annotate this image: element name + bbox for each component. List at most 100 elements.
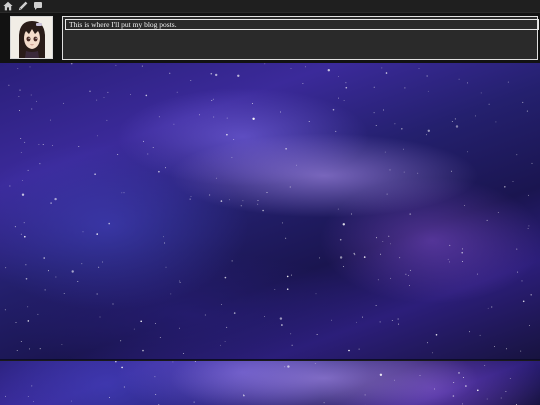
star [224, 276, 227, 279]
star [343, 100, 345, 101]
star [285, 148, 287, 150]
star [390, 277, 392, 279]
star [419, 375, 421, 376]
star [427, 129, 430, 132]
star [279, 317, 283, 320]
star [8, 84, 10, 86]
star [20, 138, 22, 140]
star [286, 288, 289, 290]
star [165, 266, 167, 268]
star [243, 394, 244, 396]
star [362, 316, 363, 318]
star [96, 135, 98, 137]
star [461, 403, 463, 405]
star [262, 209, 264, 212]
blog-post-box: This is where I'll put my blog posts. [62, 16, 539, 60]
star [280, 111, 281, 113]
star [427, 90, 429, 92]
star [308, 121, 310, 123]
star [215, 73, 218, 77]
home-icon[interactable] [2, 0, 14, 12]
star [108, 397, 110, 398]
star [527, 228, 529, 229]
star [338, 97, 339, 99]
star [29, 66, 31, 68]
star [158, 116, 160, 118]
star [28, 348, 30, 350]
star [31, 385, 33, 387]
star [220, 344, 222, 346]
star [133, 328, 135, 330]
star [37, 313, 39, 315]
chat-icon[interactable] [32, 0, 44, 12]
star [20, 233, 22, 235]
star [287, 365, 290, 368]
star [25, 278, 28, 280]
blog-post-text: This is where I'll put my blog posts. [65, 19, 539, 30]
star [345, 86, 348, 89]
star [81, 263, 83, 265]
pencil-icon[interactable] [17, 0, 29, 12]
star [373, 112, 375, 114]
star [465, 385, 467, 387]
star [391, 319, 393, 321]
star [240, 205, 242, 207]
star [27, 320, 30, 322]
star [486, 219, 488, 221]
star [418, 68, 420, 69]
star [99, 316, 101, 318]
star [506, 348, 507, 350]
star [302, 83, 304, 84]
star [27, 169, 29, 171]
star [38, 144, 40, 146]
star [528, 225, 530, 227]
star [291, 344, 293, 346]
star [71, 400, 72, 402]
star [475, 115, 476, 117]
star [394, 379, 395, 381]
star [251, 103, 253, 105]
star [528, 194, 530, 196]
star [507, 81, 509, 83]
star [480, 92, 482, 94]
star [364, 394, 366, 396]
star [290, 67, 292, 69]
star [281, 324, 283, 326]
star [488, 103, 490, 105]
star [447, 258, 449, 260]
star [315, 293, 317, 295]
star [409, 269, 411, 271]
star [528, 324, 530, 326]
star [252, 117, 255, 120]
star [120, 340, 122, 342]
star [15, 321, 17, 323]
star [450, 170, 452, 172]
star [467, 82, 468, 84]
star [463, 377, 464, 378]
star [285, 237, 287, 239]
star [461, 251, 464, 254]
avatar[interactable] [10, 16, 53, 59]
star [14, 226, 16, 228]
star [274, 288, 276, 290]
star [427, 342, 428, 344]
star [339, 256, 343, 259]
star [47, 270, 49, 272]
star [417, 172, 419, 174]
star [526, 110, 528, 112]
star [264, 63, 266, 65]
star [319, 257, 321, 259]
star [226, 133, 228, 136]
profile-header: This is where I'll put my blog posts. [0, 13, 540, 63]
star [476, 273, 478, 275]
star [316, 334, 318, 335]
star [4, 309, 6, 311]
star [354, 254, 356, 256]
star [21, 193, 25, 196]
star [452, 395, 455, 397]
star [17, 67, 19, 69]
star [36, 100, 37, 102]
star [454, 118, 456, 120]
star [397, 318, 399, 320]
star [463, 204, 465, 206]
